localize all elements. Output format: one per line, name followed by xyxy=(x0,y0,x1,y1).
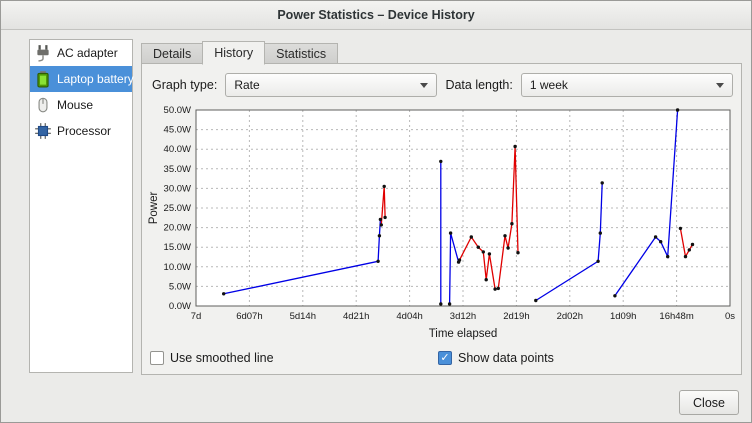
svg-text:40.0W: 40.0W xyxy=(164,144,191,155)
data-length-label: Data length: xyxy=(445,78,512,92)
device-list-item-processor[interactable]: Processor xyxy=(30,118,132,144)
tab-details[interactable]: Details xyxy=(141,43,202,64)
graph-controls-row: Graph type: Rate Data length: 1 week xyxy=(142,64,741,100)
svg-text:0.0W: 0.0W xyxy=(169,301,191,312)
svg-text:50.0W: 50.0W xyxy=(164,105,191,116)
svg-text:10.0W: 10.0W xyxy=(164,262,191,273)
device-label: Mouse xyxy=(57,98,93,112)
window-title: Power Statistics – Device History xyxy=(277,8,474,22)
svg-text:6d07h: 6d07h xyxy=(236,311,262,322)
battery-icon xyxy=(34,70,52,88)
svg-text:15.0W: 15.0W xyxy=(164,242,191,253)
graph-type-label: Graph type: xyxy=(152,78,217,92)
processor-icon xyxy=(34,122,52,140)
checkbox-label: Use smoothed line xyxy=(170,351,274,365)
close-button[interactable]: Close xyxy=(679,390,739,415)
graph-type-combo[interactable]: Rate xyxy=(225,73,437,97)
svg-text:16h48m: 16h48m xyxy=(659,311,693,322)
data-length-value: 1 week xyxy=(530,78,716,92)
device-label: Laptop battery xyxy=(57,72,134,86)
device-label: Processor xyxy=(57,124,111,138)
svg-text:3d12h: 3d12h xyxy=(450,311,476,322)
svg-text:1d09h: 1d09h xyxy=(610,311,636,322)
svg-text:2d02h: 2d02h xyxy=(557,311,583,322)
tab-statistics[interactable]: Statistics xyxy=(265,43,338,64)
device-list-item-ac-adapter[interactable]: AC adapter xyxy=(30,40,132,66)
device-list: AC adapter Laptop battery Mouse Processo… xyxy=(29,39,133,373)
device-list-item-mouse[interactable]: Mouse xyxy=(30,92,132,118)
ac-adapter-icon xyxy=(34,44,52,62)
svg-text:35.0W: 35.0W xyxy=(164,164,191,175)
svg-text:Power: Power xyxy=(148,192,160,225)
chevron-down-icon xyxy=(716,83,724,88)
data-length-combo[interactable]: 1 week xyxy=(521,73,733,97)
checkbox-label: Show data points xyxy=(458,351,554,365)
show-data-points-checkbox[interactable]: ✓ Show data points xyxy=(438,351,554,365)
mouse-icon xyxy=(34,96,52,114)
svg-text:45.0W: 45.0W xyxy=(164,125,191,136)
chevron-down-icon xyxy=(420,83,428,88)
use-smoothed-line-checkbox[interactable]: Use smoothed line xyxy=(150,351,274,365)
svg-text:5.0W: 5.0W xyxy=(169,281,191,292)
tab-label: History xyxy=(214,46,253,60)
svg-text:30.0W: 30.0W xyxy=(164,183,191,194)
device-list-item-laptop-battery[interactable]: Laptop battery xyxy=(30,66,132,92)
power-statistics-window: Power Statistics – Device History AC ada… xyxy=(0,0,752,423)
svg-text:4d21h: 4d21h xyxy=(343,311,369,322)
svg-text:4d04h: 4d04h xyxy=(396,311,422,322)
tab-label: Details xyxy=(153,47,191,61)
checkbox-box: ✓ xyxy=(438,351,452,365)
notebook-tabs: Details History Statistics xyxy=(141,40,338,64)
chart-area: 7d 6d07h 5d14h 4d21h 4d04h 3d12h 2d19h 2d02h 1d0… xyxy=(146,102,741,349)
svg-text:25.0W: 25.0W xyxy=(164,203,191,214)
svg-text:5d14h: 5d14h xyxy=(290,311,316,322)
svg-text:2d19h: 2d19h xyxy=(503,311,529,322)
history-tab-panel: Graph type: Rate Data length: 1 week 7d 6… xyxy=(141,63,742,375)
svg-text:20.0W: 20.0W xyxy=(164,223,191,234)
device-label: AC adapter xyxy=(57,46,118,60)
tab-label: Statistics xyxy=(276,47,326,61)
titlebar[interactable]: Power Statistics – Device History xyxy=(1,1,751,30)
tab-history[interactable]: History xyxy=(202,41,265,65)
chart-options-row: Use smoothed line ✓ Show data points xyxy=(142,351,741,375)
graph-type-value: Rate xyxy=(234,78,420,92)
svg-text:Time elapsed: Time elapsed xyxy=(429,328,498,340)
history-chart: 7d 6d07h 5d14h 4d21h 4d04h 3d12h 2d19h 2d02h 1d0… xyxy=(146,102,738,344)
svg-text:7d: 7d xyxy=(191,311,202,322)
checkbox-box xyxy=(150,351,164,365)
svg-text:0s: 0s xyxy=(725,311,735,322)
